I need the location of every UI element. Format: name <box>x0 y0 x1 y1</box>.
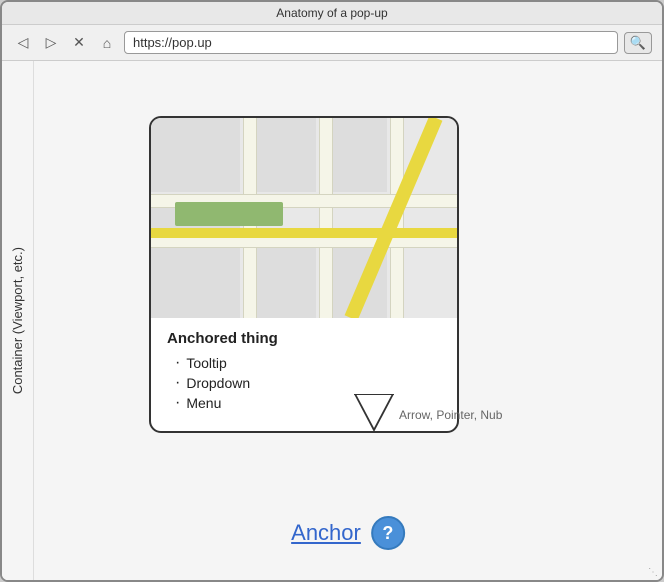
map-green-block <box>175 202 282 226</box>
browser-window: Anatomy of a pop-up ◁ ▷ ✕ ⌂ 🔍 Container … <box>0 0 664 582</box>
close-icon: ✕ <box>73 34 85 51</box>
bullet-1: · <box>175 355 180 371</box>
title-bar: Anatomy of a pop-up <box>2 2 662 25</box>
address-bar[interactable] <box>124 31 618 54</box>
container-label: Container (Viewport, etc.) <box>10 247 25 394</box>
anchor-section: Anchor ? <box>291 516 405 550</box>
bullet-2: · <box>175 375 180 391</box>
bullet-3: · <box>175 395 180 411</box>
search-icon: 🔍 <box>630 35 646 51</box>
back-icon: ◁ <box>18 34 29 51</box>
help-button[interactable]: ? <box>371 516 405 550</box>
map-area <box>151 118 457 318</box>
browser-content: Container (Viewport, etc.) <box>2 61 662 580</box>
search-button[interactable]: 🔍 <box>624 32 652 54</box>
arrow-label: Arrow, Pointer, Nub <box>399 408 502 422</box>
window-title: Anatomy of a pop-up <box>276 6 387 20</box>
popup-title: Anchored thing <box>167 330 441 347</box>
map-yellow-road <box>151 228 457 238</box>
close-button[interactable]: ✕ <box>68 32 90 54</box>
popup-panel: Anchored thing · Tooltip · Dropdown · Me <box>149 116 459 433</box>
anchor-link[interactable]: Anchor <box>291 520 361 546</box>
list-item-dropdown: · Dropdown <box>175 375 441 391</box>
help-icon: ? <box>382 523 393 544</box>
popup-arrow-svg <box>344 394 404 434</box>
list-item-label-menu: Menu <box>186 395 221 411</box>
forward-icon: ▷ <box>46 34 57 51</box>
map-block-5 <box>151 238 240 318</box>
popup-arrow-container: Arrow, Pointer, Nub <box>344 394 404 439</box>
main-area: Anchored thing · Tooltip · Dropdown · Me <box>34 61 662 580</box>
list-item-tooltip: · Tooltip <box>175 355 441 371</box>
list-item-label-tooltip: Tooltip <box>186 355 226 371</box>
side-label-container: Container (Viewport, etc.) <box>2 61 34 580</box>
map-road-v3 <box>390 118 404 318</box>
resize-handle[interactable]: ⋱ <box>648 567 658 578</box>
map-block-1 <box>151 118 240 192</box>
home-icon: ⌂ <box>103 35 111 51</box>
list-item-label-dropdown: Dropdown <box>186 375 250 391</box>
map-road-v2 <box>319 118 333 318</box>
forward-button[interactable]: ▷ <box>40 32 62 54</box>
browser-toolbar: ◁ ▷ ✕ ⌂ 🔍 <box>2 25 662 61</box>
home-button[interactable]: ⌂ <box>96 32 118 54</box>
back-button[interactable]: ◁ <box>12 32 34 54</box>
